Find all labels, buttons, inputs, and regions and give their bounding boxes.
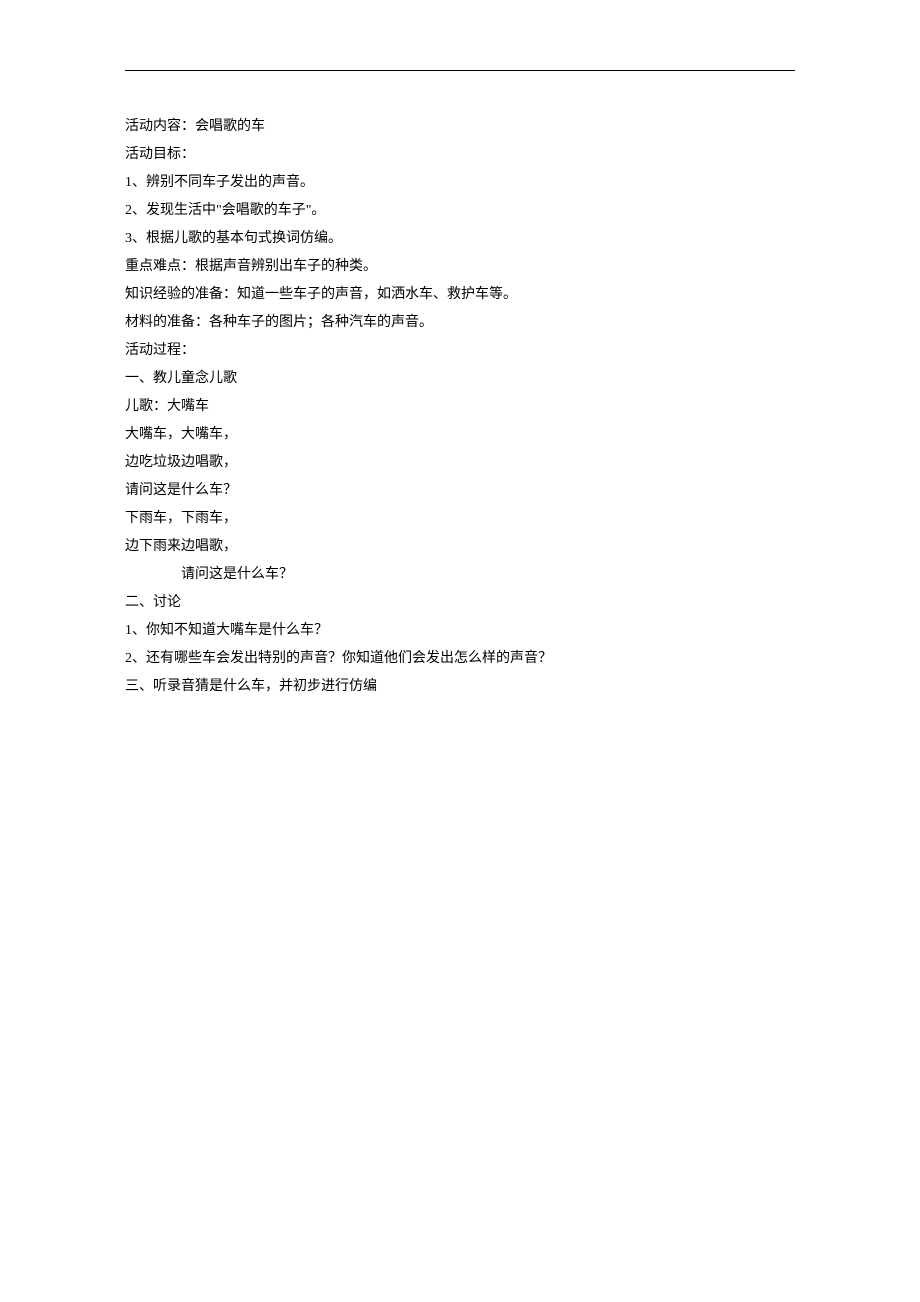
text-line: 三、听录音猜是什么车，并初步进行仿编 — [125, 673, 795, 701]
text-line: 活动目标： — [125, 141, 795, 169]
text-line: 边下雨来边唱歌， — [125, 533, 795, 561]
text-line: 2、发现生活中"会唱歌的车子"。 — [125, 197, 795, 225]
text-line: 1、你知不知道大嘴车是什么车？ — [125, 617, 795, 645]
text-line: 请问这是什么车？ — [125, 561, 795, 589]
text-line: 活动内容：会唱歌的车 — [125, 113, 795, 141]
text-line: 2、还有哪些车会发出特别的声音？你知道他们会发出怎么样的声音？ — [125, 645, 795, 673]
document-content: 活动内容：会唱歌的车活动目标：1、辨别不同车子发出的声音。2、发现生活中"会唱歌… — [125, 113, 795, 701]
text-line: 3、根据儿歌的基本句式换词仿编。 — [125, 225, 795, 253]
text-line: 重点难点：根据声音辨别出车子的种类。 — [125, 253, 795, 281]
text-line: 儿歌：大嘴车 — [125, 393, 795, 421]
text-line: 1、辨别不同车子发出的声音。 — [125, 169, 795, 197]
text-line: 材料的准备：各种车子的图片；各种汽车的声音。 — [125, 309, 795, 337]
text-line: 活动过程： — [125, 337, 795, 365]
horizontal-rule — [125, 70, 795, 71]
text-line: 下雨车，下雨车， — [125, 505, 795, 533]
text-line: 二、讨论 — [125, 589, 795, 617]
text-line: 边吃垃圾边唱歌， — [125, 449, 795, 477]
text-line: 一、教儿童念儿歌 — [125, 365, 795, 393]
text-line: 大嘴车，大嘴车， — [125, 421, 795, 449]
text-line: 知识经验的准备：知道一些车子的声音，如洒水车、救护车等。 — [125, 281, 795, 309]
document-page: 活动内容：会唱歌的车活动目标：1、辨别不同车子发出的声音。2、发现生活中"会唱歌… — [0, 0, 920, 701]
text-line: 请问这是什么车？ — [125, 477, 795, 505]
